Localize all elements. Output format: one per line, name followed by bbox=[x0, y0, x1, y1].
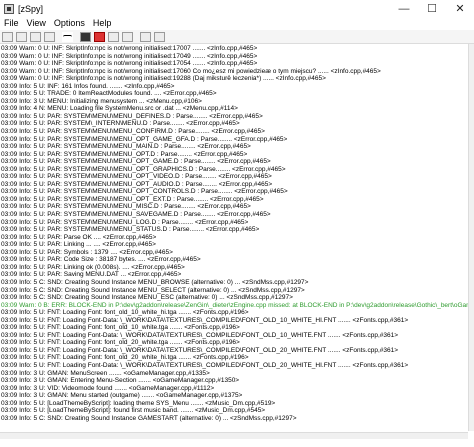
log-line: 03:09 Info: 5 C: SND: Creating Sound Ins… bbox=[1, 414, 297, 422]
zoom-icon[interactable] bbox=[122, 31, 133, 42]
log-line: 03:09 Info: 5 U: PAR: Linking ok (0.008s… bbox=[1, 263, 185, 271]
delete-icon[interactable] bbox=[80, 31, 91, 42]
log-line: 03:09 Info: 5 U: PAR: SYSTEM\MENU\MENU_M… bbox=[1, 203, 251, 211]
log-line: 03:09 Info: 5 C: SND: Creating Sound Ins… bbox=[1, 294, 293, 302]
menu-help[interactable]: Help bbox=[89, 18, 116, 28]
log-line: 03:09 Info: 5 U: PAR: SYSTEM\MENU\MENU_D… bbox=[1, 112, 263, 120]
log-line: 03:09 Info: 5 U: FNT: Loading Font: font… bbox=[1, 324, 240, 332]
log-line: 03:09 Info: 5 U: [LoadThemeByScript]: lo… bbox=[1, 399, 276, 407]
title-bar: [zSpy] — ☐ ✕ bbox=[0, 0, 474, 17]
log-line: 03:09 Info: 5 U: PAR: SYSTEM\MENU\MENU_L… bbox=[1, 218, 249, 226]
menu-bar: File View Options Help bbox=[0, 17, 474, 29]
log-view[interactable]: 03:09 Warn: 0 U: INF: SkriptInfo:npc is … bbox=[1, 45, 469, 429]
log-line: 03:09 Info: 5 U: PAR: SYSTEM\MENU\MENU_S… bbox=[1, 226, 260, 234]
log-line: 03:09 Info: 5 U: PAR: SYSTEM\MENU\MENU_O… bbox=[1, 165, 286, 173]
maximize-button[interactable]: ☐ bbox=[418, 0, 446, 17]
menu-view[interactable]: View bbox=[23, 18, 50, 28]
menu-options[interactable]: Options bbox=[50, 18, 89, 28]
log-line: 03:09 Info: 5 U: PAR: Symbols : 1379 ...… bbox=[1, 248, 173, 256]
log-line: 03:09 Info: 5 U: FNT: Loading Font-Data:… bbox=[1, 361, 409, 369]
log-line: 03:09 Info: 5 U: PAR: SYSTEM\_INTERN\MEN… bbox=[1, 120, 240, 128]
copy-icon[interactable] bbox=[30, 31, 41, 42]
log-line: 03:09 Info: 5 U: PAR: Saving MENU.DAT ..… bbox=[1, 271, 182, 279]
log-line: 03:09 Info: 5 U: PAR: Code Size : 38187 … bbox=[1, 256, 201, 264]
log-line: 03:09 Warn: 0 B: ERR: BLOCK-END in P:\de… bbox=[1, 301, 469, 309]
log-line: 03:09 Info: 5 U: PAR: SYSTEM\MENU\MENU_C… bbox=[1, 128, 265, 136]
toolbar bbox=[0, 30, 474, 44]
horizontal-scrollbar[interactable] bbox=[0, 432, 468, 439]
log-line: 03:09 Info: 5 U: FNT: Loading Font: font… bbox=[1, 354, 249, 362]
save-icon[interactable] bbox=[2, 31, 13, 42]
help-icon[interactable] bbox=[154, 31, 165, 42]
log-line: 03:09 Warn: 0 U: INF: SkriptInfo:npc is … bbox=[1, 75, 326, 83]
log-line: 03:09 Info: 5 U: PAR: SYSTEM\MENU\MENU_O… bbox=[1, 158, 271, 166]
log-line: 03:09 Warn: 0 U: INF: SkriptInfo:npc is … bbox=[1, 60, 258, 68]
log-line: 03:09 Info: 5 U: PAR: SYSTEM\MENU\MENU_O… bbox=[1, 195, 264, 203]
log-line: 03:09 Warn: 0 U: INF: SkriptInfo:npc is … bbox=[1, 67, 381, 75]
log-line: 03:09 Warn: 0 U: INF: SkriptInfo:npc is … bbox=[1, 52, 258, 60]
log-line: 03:09 Info: 5 C: SND: Creating Sound Ins… bbox=[1, 286, 305, 294]
window-title: [zSpy] bbox=[18, 3, 44, 14]
log-line: 03:09 Info: 5 U: PAR: SYSTEM\MENU\MENU_O… bbox=[1, 173, 272, 181]
log-line: 03:09 Info: 4 N: MENU: Loading file Syst… bbox=[1, 105, 238, 113]
vertical-scrollbar[interactable] bbox=[468, 44, 474, 431]
log-line: 03:09 Info: 3 U: GMAN: Menu started (out… bbox=[1, 392, 243, 400]
log-line: 03:09 Info: 3 U: GMAN: MenuScreen ......… bbox=[1, 369, 210, 377]
log-line: 03:09 Info: 5 U: PAR: SYSTEM\MENU\MENU_O… bbox=[1, 180, 273, 188]
close-button[interactable]: ✕ bbox=[446, 0, 474, 17]
log-line: 03:09 Info: 3 U: VID: Videomode found ..… bbox=[1, 384, 215, 392]
find-icon[interactable] bbox=[94, 31, 105, 42]
wave-icon[interactable] bbox=[62, 31, 73, 42]
print-icon[interactable] bbox=[16, 31, 27, 42]
log-line: 03:09 Info: 5 U: PAR: Parse OK .... <zEr… bbox=[1, 233, 157, 241]
log-line: 03:09 Info: 3 U: GMAN: Entering Menu-Sec… bbox=[1, 377, 240, 385]
log-line: 03:09 Info: 5 U: PAR: Linking ... .... <… bbox=[1, 241, 156, 249]
log-line: 03:09 Info: 5 U: PAR: SYSTEM\MENU\MENU_O… bbox=[1, 150, 248, 158]
minimize-button[interactable]: — bbox=[390, 0, 418, 17]
log-line: 03:09 Info: 5 U: INF: 161 Infos found. .… bbox=[1, 82, 175, 90]
font-icon[interactable] bbox=[108, 31, 119, 42]
status-bar bbox=[0, 439, 474, 447]
log-line: 03:09 Info: 5 U: PAR: SYSTEM\MENU\MENU_S… bbox=[1, 211, 271, 219]
log-line: 03:09 Info: 5 U: FNT: Loading Font-Data:… bbox=[1, 346, 399, 354]
app-icon bbox=[4, 3, 14, 14]
log-line: 03:09 Info: 5 U: [LoadThemeByScript]: fo… bbox=[1, 407, 266, 415]
log-line: 03:09 Info: 5 U: TRADE: 0 ItemReactModul… bbox=[1, 90, 217, 98]
log-line: 03:09 Info: 5 U: FNT: Loading Font-Data:… bbox=[1, 316, 409, 324]
clear-icon[interactable] bbox=[44, 31, 55, 42]
log-line: 03:09 Info: 5 U: PAR: SYSTEM\MENU\MENU_M… bbox=[1, 143, 251, 151]
log-line: 03:09 Info: 5 U: FNT: Loading Font: font… bbox=[1, 339, 240, 347]
options-icon[interactable] bbox=[140, 31, 151, 42]
log-line: 03:09 Info: 5 C: SND: Creating Sound Ins… bbox=[1, 278, 309, 286]
log-line: 03:09 Info: 3 U: MENU: Initializing menu… bbox=[1, 97, 202, 105]
log-line: 03:09 Warn: 0 U: INF: SkriptInfo:npc is … bbox=[1, 45, 258, 52]
log-line: 03:09 Info: 5 U: FNT: Loading Font: font… bbox=[1, 309, 249, 317]
menu-file[interactable]: File bbox=[0, 18, 23, 28]
log-line: 03:09 Info: 5 U: PAR: SYSTEM\MENU\MENU_O… bbox=[1, 188, 288, 196]
log-line: 03:09 Info: 5 U: FNT: Loading Font-Data:… bbox=[1, 331, 399, 339]
log-line: 03:09 Info: 5 U: PAR: SYSTEM\MENU\MENU_O… bbox=[1, 135, 288, 143]
